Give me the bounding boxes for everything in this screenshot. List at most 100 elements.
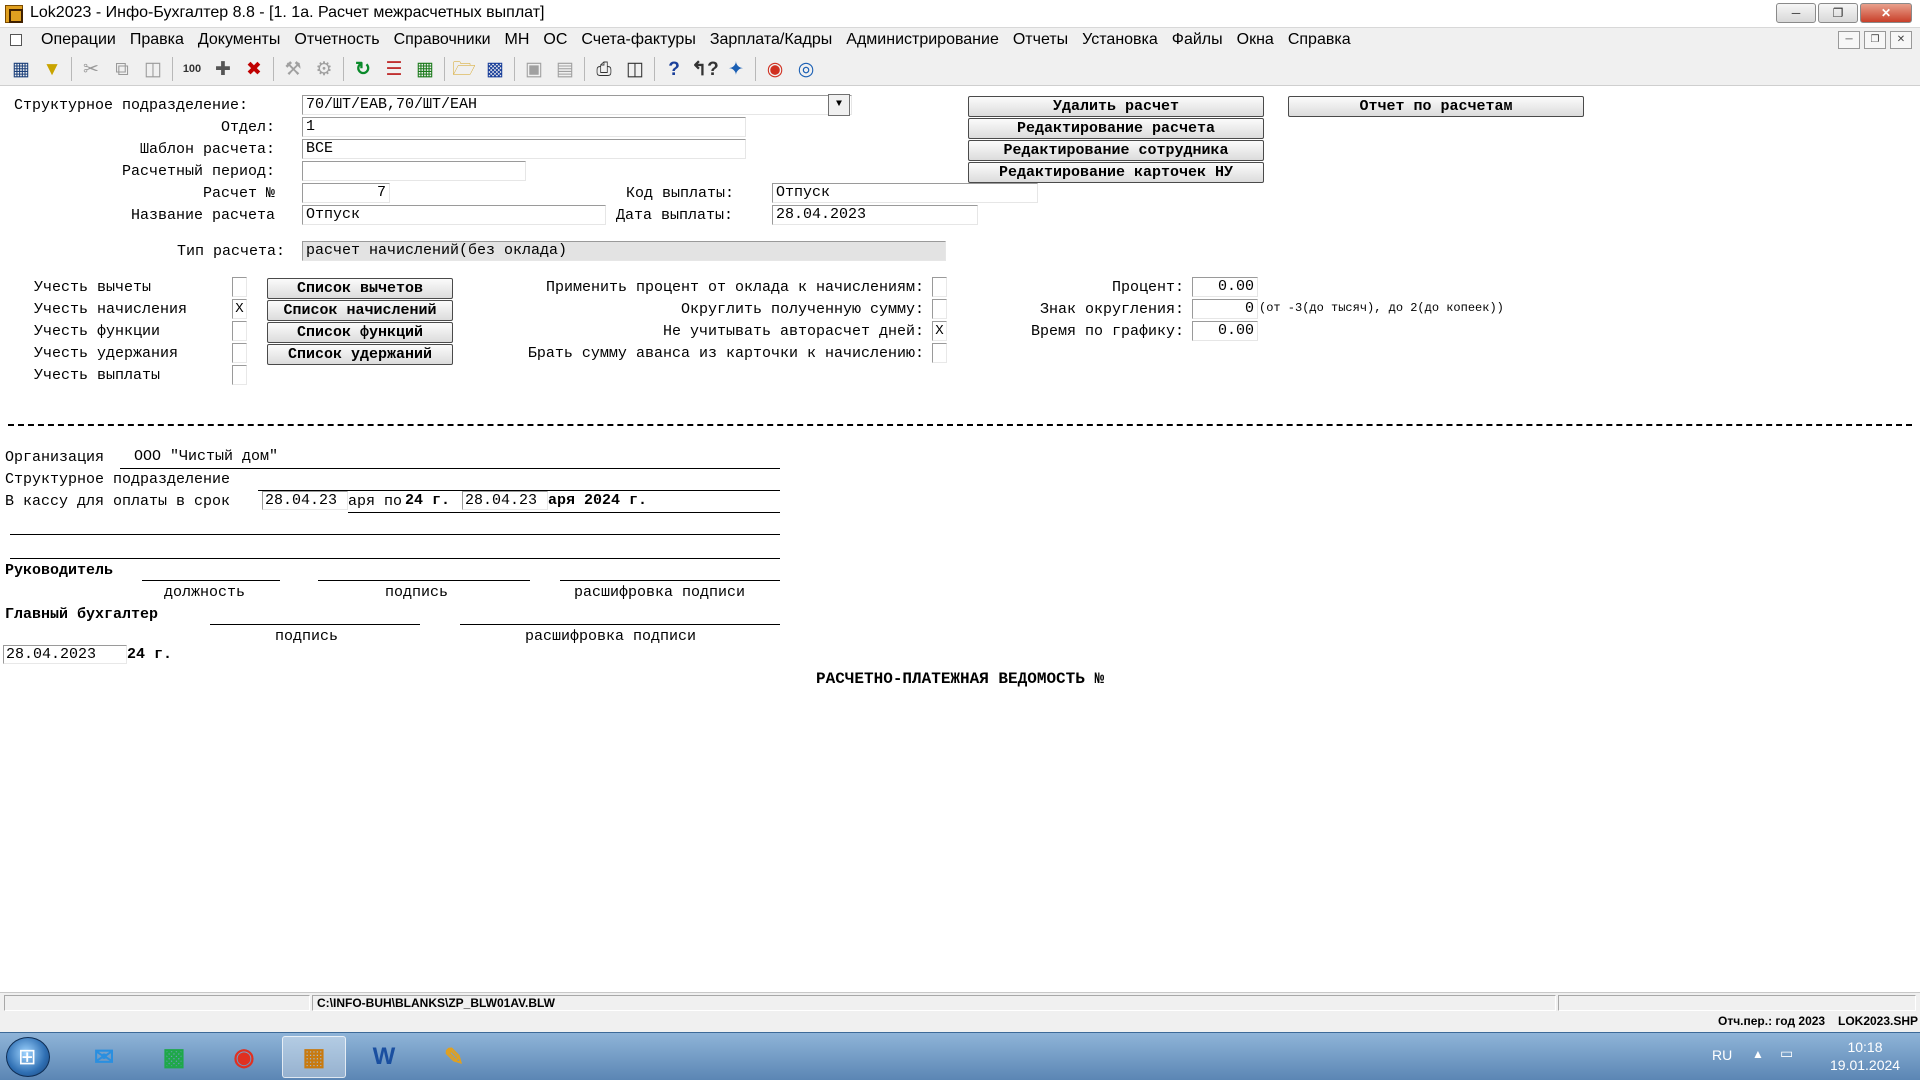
network-icon[interactable]: ▭	[1780, 1045, 1793, 1062]
menu-mn[interactable]: МН	[498, 31, 537, 49]
tool-icon[interactable]: ⚒	[280, 56, 306, 82]
tray-expand-icon[interactable]: ▲	[1752, 1047, 1764, 1061]
template-field[interactable]: ВСЕ	[302, 139, 746, 159]
start-button[interactable]	[6, 1037, 50, 1077]
signature-line	[318, 580, 530, 581]
menu-os[interactable]: ОС	[536, 31, 574, 49]
calc-report-button[interactable]: Отчет по расчетам	[1288, 96, 1584, 117]
menu-documents[interactable]: Документы	[191, 31, 287, 49]
chevron-down-icon[interactable]: ▼	[828, 94, 850, 116]
delete-icon[interactable]: ✖	[241, 56, 267, 82]
apply-percent-checkbox[interactable]	[932, 277, 947, 297]
calculator-icon[interactable]: ▦	[412, 56, 438, 82]
paste-icon[interactable]: ◫	[140, 56, 166, 82]
edit-calc-button[interactable]: Редактирование расчета	[968, 118, 1264, 139]
menu-edit[interactable]: Правка	[123, 31, 191, 49]
filter-icon[interactable]: ▼	[39, 56, 65, 82]
save-icon[interactable]: ▩	[482, 56, 508, 82]
menu-directories[interactable]: Справочники	[387, 31, 498, 49]
context-help-icon[interactable]: ↰?	[691, 56, 719, 82]
refresh-icon[interactable]: ↻	[350, 56, 376, 82]
consider-functions-checkbox[interactable]	[232, 321, 247, 341]
edit-employee-button[interactable]: Редактирование сотрудника	[968, 140, 1264, 161]
ignore-autocalc-checkbox[interactable]: X	[932, 321, 947, 341]
payment-code-field[interactable]: Отпуск	[772, 183, 1038, 203]
period-field[interactable]	[302, 161, 526, 181]
close-icon[interactable]: ✕	[1860, 3, 1912, 23]
menu-reports[interactable]: Отчеты	[1006, 31, 1075, 49]
cut-icon[interactable]: ✂	[78, 56, 104, 82]
menu-reporting[interactable]: Отчетность	[287, 31, 386, 49]
globe-icon[interactable]: ◎	[793, 56, 819, 82]
dashed-separator	[8, 424, 1912, 426]
calc-name-field[interactable]: Отпуск	[302, 205, 606, 225]
menu-invoices[interactable]: Счета-фактуры	[574, 31, 702, 49]
messenger-icon[interactable]: ✉	[72, 1036, 136, 1078]
struct-unit-field[interactable]: 70/ШТ/ЕАВ,70/ШТ/ЕАН	[302, 95, 852, 115]
calendar-icon[interactable]: ▦	[8, 56, 34, 82]
lifebuoy-icon[interactable]: ◉	[762, 56, 788, 82]
clock[interactable]: 10:18 19.01.2024	[1830, 1038, 1900, 1074]
menu-windows[interactable]: Окна	[1230, 31, 1281, 49]
blank-date-field[interactable]: 28.04.2023	[3, 645, 127, 664]
functions-list-button[interactable]: Список функций	[267, 322, 453, 343]
percent-field[interactable]: 0.00	[1192, 277, 1258, 297]
edit-tax-cards-button[interactable]: Редактирование карточек НУ	[968, 162, 1264, 183]
compass-icon[interactable]: ✦	[723, 56, 749, 82]
menu-administration[interactable]: Администрирование	[839, 31, 1006, 49]
advance-from-card-checkbox[interactable]	[932, 343, 947, 363]
schedule-time-field[interactable]: 0.00	[1192, 321, 1258, 341]
restore-icon[interactable]: ❐	[1818, 3, 1858, 23]
otdel-field[interactable]: 1	[302, 117, 746, 137]
consider-deductions-checkbox[interactable]	[232, 277, 247, 297]
cash-to-field[interactable]: 28.04.23	[462, 491, 548, 510]
consider-payments-label: Учесть выплаты	[34, 367, 161, 384]
position-line	[142, 580, 280, 581]
delete-calc-button[interactable]: Удалить расчет	[968, 96, 1264, 117]
deductions-list-button[interactable]: Список вычетов	[267, 278, 453, 299]
help-icon[interactable]: ?	[661, 56, 687, 82]
add-icon[interactable]: ✚	[210, 56, 236, 82]
print-icon[interactable]: ⎙	[591, 56, 617, 82]
child-minimize-icon[interactable]: ─	[1838, 31, 1860, 49]
org-label: Организация	[5, 449, 105, 466]
word-icon[interactable]: W	[352, 1036, 416, 1078]
child-close-icon[interactable]: ✕	[1890, 31, 1912, 49]
cash-text-1: аря по	[348, 493, 403, 510]
consider-accruals-checkbox[interactable]: X	[232, 299, 247, 319]
child-restore-icon[interactable]: ❐	[1864, 31, 1886, 49]
chart-icon[interactable]: ▤	[552, 56, 578, 82]
consider-payments-checkbox[interactable]	[232, 365, 247, 385]
minimize-icon[interactable]: ─	[1776, 3, 1816, 23]
tools-icon[interactable]: ⚙	[311, 56, 337, 82]
numbering-icon[interactable]: 100	[179, 56, 205, 82]
cash-from-field[interactable]: 28.04.23	[262, 491, 348, 510]
document-icon[interactable]: ☰	[381, 56, 407, 82]
app-icon	[5, 5, 23, 23]
menu-help[interactable]: Справка	[1281, 31, 1358, 49]
menu-operations[interactable]: Операции	[34, 31, 123, 49]
print-preview-icon[interactable]: ◫	[622, 56, 648, 82]
menu-payroll[interactable]: Зарплата/Кадры	[703, 31, 839, 49]
system-menu-icon[interactable]	[10, 34, 22, 46]
open-folder-icon[interactable]: 🗁	[451, 56, 477, 82]
status-bar: C:\INFO-BUH\BLANKS\ZP_BLW01AV.BLW	[0, 992, 1920, 1012]
status-cell-right	[1558, 995, 1916, 1011]
paint-icon[interactable]: ✎	[422, 1036, 486, 1078]
image-icon[interactable]: ▣	[521, 56, 547, 82]
chat-app-icon[interactable]: ▩	[142, 1036, 206, 1078]
accruals-list-button[interactable]: Список начислений	[267, 300, 453, 321]
copy-icon[interactable]: ⧉	[109, 56, 135, 82]
withholdings-list-button[interactable]: Список удержаний	[267, 344, 453, 365]
rounding-sign-field[interactable]: 0	[1192, 299, 1258, 319]
menu-setup[interactable]: Установка	[1075, 31, 1165, 49]
menu-files[interactable]: Файлы	[1165, 31, 1230, 49]
browser-icon[interactable]: ◉	[212, 1036, 276, 1078]
infobuh-app-icon[interactable]: ▦	[282, 1036, 346, 1078]
consider-withholdings-checkbox[interactable]	[232, 343, 247, 363]
payment-date-field[interactable]: 28.04.2023	[772, 205, 978, 225]
toolbar-separator	[584, 57, 585, 81]
calc-number-field[interactable]: 7	[302, 183, 390, 203]
language-indicator[interactable]: RU	[1712, 1047, 1732, 1063]
round-sum-checkbox[interactable]	[932, 299, 947, 319]
